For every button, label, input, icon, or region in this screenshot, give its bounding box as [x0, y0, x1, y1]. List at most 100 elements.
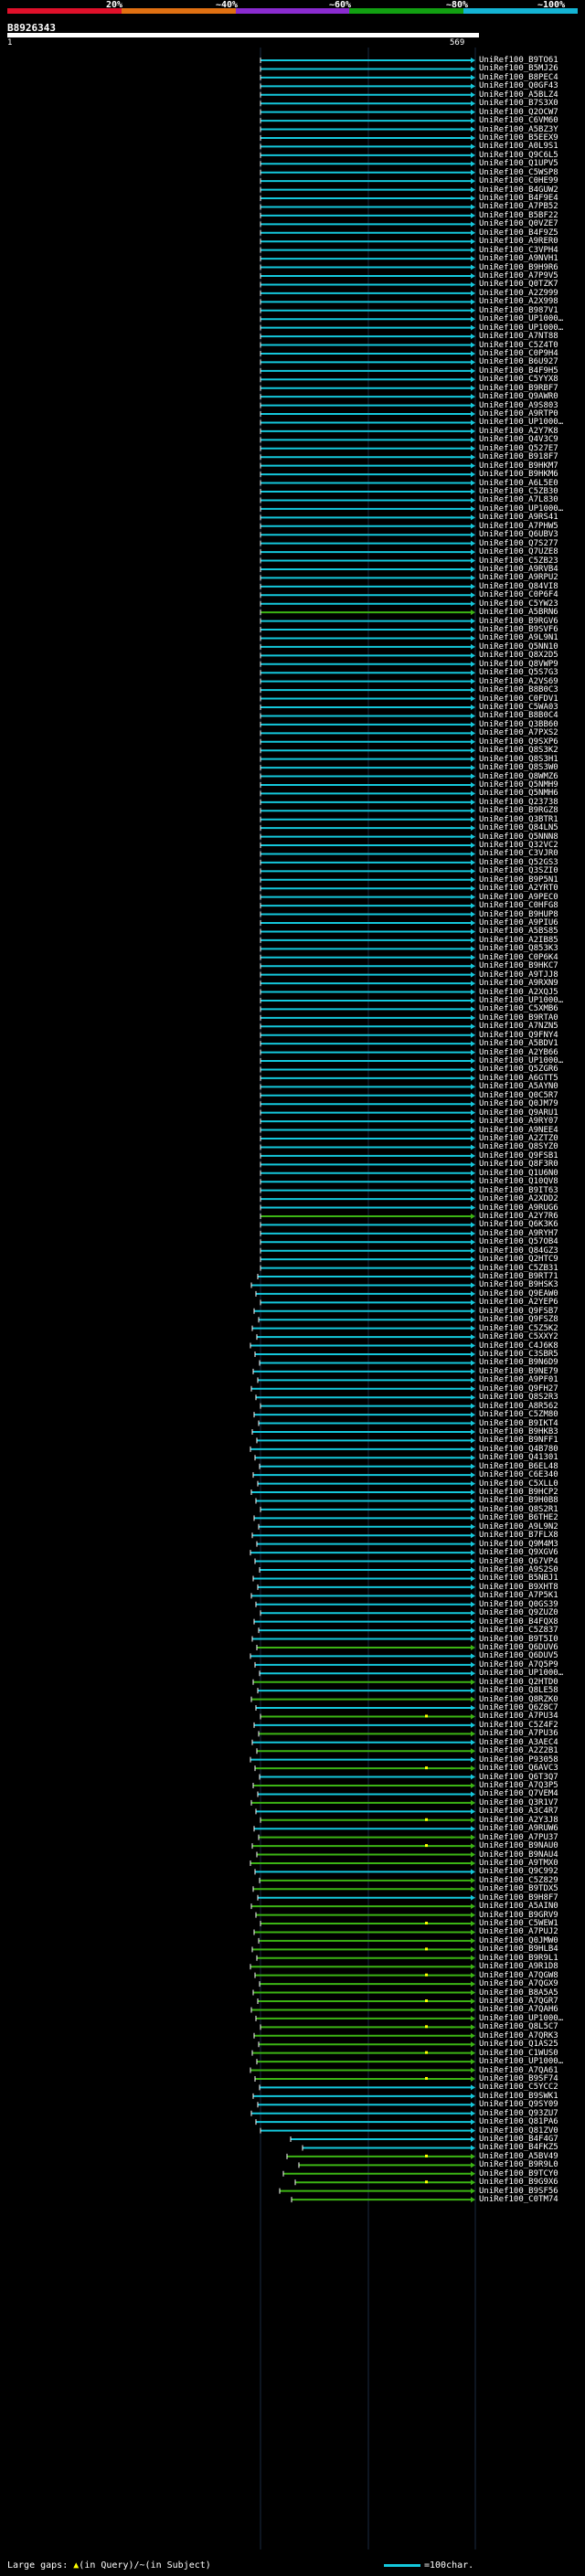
hit-label[interactable]: UniRef100_A9RY07: [479, 1118, 558, 1126]
hit-label[interactable]: UniRef100_Q2HTC9: [479, 1256, 558, 1264]
hit-label[interactable]: UniRef100_C0TM74: [479, 2196, 558, 2204]
hit-label[interactable]: UniRef100_A5AYN0: [479, 1083, 558, 1091]
hit-label[interactable]: UniRef100_B8B0C3: [479, 686, 558, 694]
hit-label[interactable]: UniRef100_A2X998: [479, 298, 558, 306]
hit-label[interactable]: UniRef100_Q9FSZ8: [479, 1316, 558, 1324]
hit-label[interactable]: UniRef100_A5AIN0: [479, 1903, 558, 1911]
hit-label[interactable]: UniRef100_B7S3X0: [479, 100, 558, 108]
hit-end-arrow: [471, 221, 475, 228]
hit-label[interactable]: UniRef100_C5YYX8: [479, 376, 558, 384]
hit-end-arrow: [471, 2041, 475, 2048]
hit-label[interactable]: UniRef100_Q0VZE7: [479, 220, 558, 228]
hit-label[interactable]: UniRef100_B918F7: [479, 453, 558, 461]
hit-label[interactable]: UniRef100_Q1UPV5: [479, 160, 558, 168]
hit-label[interactable]: UniRef100_A9NVH1: [479, 255, 558, 263]
hit-label[interactable]: UniRef100_Q8L5C7: [479, 2023, 558, 2031]
hit-label[interactable]: UniRef100_Q8S3W0: [479, 764, 558, 772]
hit-label[interactable]: UniRef100_Q0GF43: [479, 82, 558, 90]
hit-label[interactable]: UniRef100_C5ZM80: [479, 1411, 558, 1419]
hit-label[interactable]: UniRef100_A7P5K1: [479, 1592, 558, 1600]
hit-label[interactable]: UniRef100_C6VM60: [479, 117, 558, 125]
hit-label[interactable]: UniRef100_A5BDV1: [479, 1040, 558, 1048]
hit-label[interactable]: UniRef100_Q41301: [479, 1454, 558, 1462]
hit-label[interactable]: UniRef100_A7PU36: [479, 1730, 558, 1738]
hit-end-arrow: [471, 1998, 475, 2004]
hit-label[interactable]: UniRef100_B9TDX5: [479, 1885, 558, 1893]
hit-label[interactable]: UniRef100_UP1000…: [479, 1670, 563, 1678]
hit-label[interactable]: UniRef100_Q7UZE8: [479, 548, 558, 557]
hit-label[interactable]: UniRef100_B6THE2: [479, 1514, 558, 1522]
hit-label[interactable]: UniRef100_Q57OB4: [479, 1238, 558, 1246]
hit-end-arrow: [471, 247, 475, 253]
hit-label[interactable]: UniRef100_B9RGZ8: [479, 807, 558, 815]
gap-marker: [425, 1714, 428, 1718]
hit-label[interactable]: UniRef100_A9RUW6: [479, 1825, 558, 1833]
hit-label[interactable]: UniRef100_A2YRT0: [479, 885, 558, 893]
hit-label[interactable]: UniRef100_B9R9L0: [479, 2161, 558, 2169]
hit-end-arrow: [471, 1894, 475, 1901]
hit-end-arrow: [471, 1799, 475, 1806]
hit-end-arrow: [471, 1886, 475, 1892]
hit-label[interactable]: UniRef100_Q8LE58: [479, 1687, 558, 1695]
hit-label[interactable]: UniRef100_Q5S7G3: [479, 669, 558, 677]
hit-label[interactable]: UniRef100_Q10QV8: [479, 1178, 558, 1186]
hit-end-arrow: [471, 1317, 475, 1323]
hit-label[interactable]: UniRef100_Q4V3C9: [479, 436, 558, 444]
hit-label[interactable]: UniRef100_A9RS41: [479, 514, 558, 522]
hit-label[interactable]: UniRef100_B9HKM6: [479, 471, 558, 479]
hit-label[interactable]: UniRef100_A7NZN5: [479, 1023, 558, 1031]
hit-end-arrow: [471, 1653, 475, 1659]
hit-label[interactable]: UniRef100_Q8X2D5: [479, 652, 558, 660]
hit-end-arrow: [471, 1084, 475, 1090]
hit-label[interactable]: UniRef100_A7NT88: [479, 333, 558, 341]
hit-label[interactable]: UniRef100_UP1000…: [479, 315, 563, 323]
hit-label[interactable]: UniRef100_A7PXS2: [479, 729, 558, 737]
hit-label[interactable]: UniRef100_B9HLB4: [479, 1945, 558, 1954]
hit-label[interactable]: UniRef100_Q8F3R0: [479, 1161, 558, 1169]
hit-end-arrow: [471, 566, 475, 572]
hit-label[interactable]: UniRef100_A7QGX9: [479, 1980, 558, 1988]
hit-end-arrow: [471, 1299, 475, 1306]
hit-label[interactable]: UniRef100_Q853K3: [479, 945, 558, 953]
hit-label[interactable]: UniRef100_Q6AVC3: [479, 1765, 558, 1773]
hit-label[interactable]: UniRef100_A2XDD2: [479, 1195, 558, 1203]
hit-label[interactable]: UniRef100_A2YEP6: [479, 1299, 558, 1307]
hit-label[interactable]: UniRef100_Q0JM79: [479, 1100, 558, 1108]
hit-label[interactable]: UniRef100_A3C4R7: [479, 1807, 558, 1816]
hit-label[interactable]: UniRef100_Q8S2R3: [479, 1394, 558, 1402]
hit-label[interactable]: UniRef100_C5Z837: [479, 1627, 558, 1635]
hit-label[interactable]: UniRef100_C0HFG8: [479, 902, 558, 910]
hit-label[interactable]: UniRef100_Q3SZI0: [479, 867, 558, 875]
hit-label[interactable]: UniRef100_B9G9X6: [479, 2178, 558, 2187]
hit-label[interactable]: UniRef100_Q9SY09: [479, 2101, 558, 2109]
hit-label[interactable]: UniRef100_B9NAU0: [479, 1842, 558, 1850]
hit-label[interactable]: UniRef100_Q81PA6: [479, 2118, 558, 2126]
hit-label[interactable]: UniRef100_Q1AS25: [479, 2041, 558, 2049]
hit-label[interactable]: UniRef100_UP1000…: [479, 2058, 563, 2066]
hit-label[interactable]: UniRef100_A5BRN6: [479, 609, 558, 617]
hit-label[interactable]: UniRef100_A9RER0: [479, 238, 558, 246]
hit-label[interactable]: UniRef100_C0P6F4: [479, 591, 558, 599]
hit-end-arrow: [471, 1688, 475, 1694]
hit-label[interactable]: UniRef100_A9RXN9: [479, 980, 558, 988]
scale-swatch: [384, 2563, 420, 2567]
hit-label[interactable]: UniRef100_B7FLX8: [479, 1532, 558, 1540]
hit-label[interactable]: UniRef100_Q8S3K2: [479, 747, 558, 755]
hit-label[interactable]: UniRef100_Q84LN5: [479, 824, 558, 832]
hit-label[interactable]: UniRef100_A2Z2B1: [479, 1747, 558, 1755]
hit-label[interactable]: UniRef100_Q6UBV3: [479, 531, 558, 539]
hit-label[interactable]: UniRef100_A9R1D8: [479, 1963, 558, 1971]
hit-end-arrow: [471, 212, 475, 218]
hit-label[interactable]: UniRef100_Q9ZUZ0: [479, 1609, 558, 1617]
hit-label[interactable]: UniRef100_A9PF01: [479, 1376, 558, 1384]
hit-label[interactable]: UniRef100_B9HKC7: [479, 962, 558, 970]
hit-label[interactable]: UniRef100_Q9AWR0: [479, 393, 558, 401]
hit-end-arrow: [471, 756, 475, 762]
hit-label[interactable]: UniRef100_C5XXY2: [479, 1333, 558, 1341]
hit-label[interactable]: UniRef100_Q9XGV6: [479, 1549, 558, 1557]
hit-label[interactable]: UniRef100_C0HE99: [479, 177, 558, 186]
hit-end-arrow: [471, 1808, 475, 1815]
hit-end-arrow: [471, 1661, 475, 1668]
hit-label[interactable]: UniRef100_C6E340: [479, 1471, 558, 1479]
hit-end-arrow: [471, 169, 475, 175]
